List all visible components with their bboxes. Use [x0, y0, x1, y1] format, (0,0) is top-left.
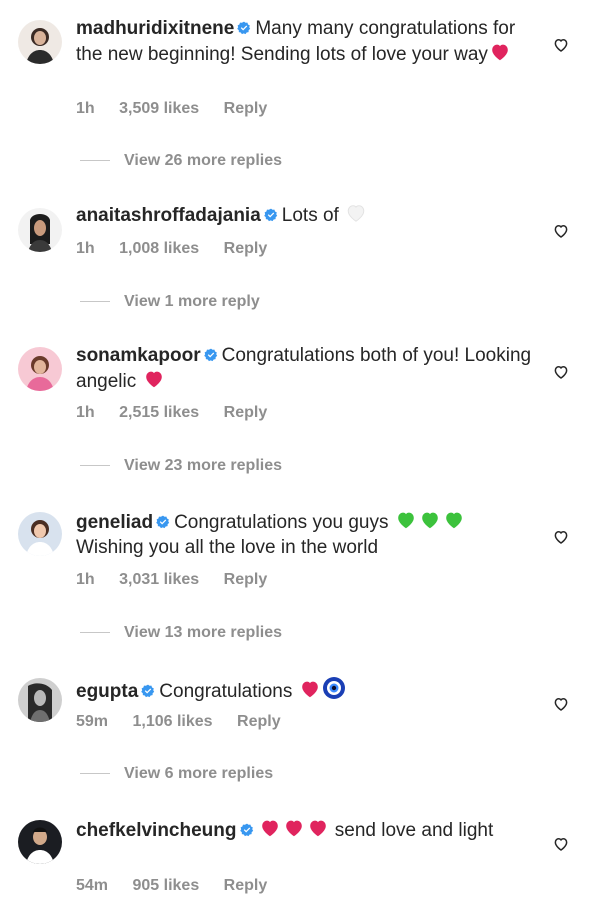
comment-meta: 1h 2,515 likes Reply [76, 404, 287, 422]
username[interactable]: anaitashroffadajania [76, 205, 261, 226]
red-heart-emoji-icon [258, 817, 282, 839]
reply-button[interactable]: Reply [224, 404, 268, 421]
like-heart-icon[interactable] [552, 835, 570, 853]
comment-meta: 59m 1,106 likes Reply [76, 713, 301, 731]
comment-time: 1h [76, 240, 95, 257]
divider [80, 773, 110, 775]
like-count[interactable]: 1,106 likes [132, 713, 212, 730]
view-replies-button[interactable]: View 6 more replies [80, 765, 273, 783]
like-count[interactable]: 3,031 likes [119, 571, 199, 588]
comment-body: send love and light [334, 820, 494, 841]
divider [80, 632, 110, 634]
comment-text-block: chefkelvincheung send love and light [76, 817, 538, 843]
view-replies-label: View 6 more replies [124, 765, 274, 782]
like-heart-icon[interactable] [552, 222, 570, 240]
comment-time: 54m [76, 877, 109, 894]
comment-text-block: egupta Congratulations [76, 676, 538, 704]
avatar[interactable] [18, 512, 62, 556]
username[interactable]: geneliad [76, 512, 153, 533]
comment-meta: 1h 3,509 likes Reply [76, 100, 287, 118]
red-heart-emoji-icon [306, 817, 330, 839]
red-heart-emoji-icon [282, 817, 306, 839]
verified-badge-icon [237, 21, 251, 35]
red-heart-emoji-icon [142, 368, 166, 390]
username[interactable]: sonamkapoor [76, 345, 201, 366]
comment-meta: 54m 905 likes Reply [76, 877, 287, 895]
username[interactable]: chefkelvincheung [76, 820, 237, 841]
avatar[interactable] [18, 347, 62, 391]
reply-button[interactable]: Reply [224, 100, 268, 117]
comment-meta: 1h 3,031 likes Reply [76, 571, 287, 589]
comment-body-line2: Wishing you all the love in the world [76, 537, 379, 558]
green-heart-emoji-icon [394, 509, 418, 531]
avatar[interactable] [18, 820, 62, 864]
verified-badge-icon [156, 515, 170, 529]
avatar[interactable] [18, 20, 62, 64]
red-heart-emoji-icon [488, 41, 512, 63]
view-replies-button[interactable]: View 23 more replies [80, 457, 282, 475]
like-heart-icon[interactable] [552, 528, 570, 546]
reply-button[interactable]: Reply [224, 571, 268, 588]
reply-button[interactable]: Reply [224, 240, 268, 257]
like-count[interactable]: 3,509 likes [119, 100, 199, 117]
like-heart-icon[interactable] [552, 695, 570, 713]
red-heart-emoji-icon [298, 678, 322, 700]
reply-button[interactable]: Reply [224, 877, 268, 894]
username[interactable]: madhuridixitnene [76, 18, 234, 39]
username[interactable]: egupta [76, 681, 138, 702]
view-replies-button[interactable]: View 1 more reply [80, 293, 260, 311]
comment-time: 1h [76, 100, 95, 117]
comment-meta: 1h 1,008 likes Reply [76, 240, 287, 258]
verified-badge-icon [141, 684, 155, 698]
view-replies-label: View 1 more reply [124, 293, 260, 310]
verified-badge-icon [204, 348, 218, 362]
view-replies-label: View 13 more replies [124, 624, 283, 641]
comment-text-block: sonamkapoor Congratulations both of you! … [76, 343, 538, 394]
divider [80, 465, 110, 467]
view-replies-button[interactable]: View 13 more replies [80, 624, 282, 642]
like-count[interactable]: 905 likes [132, 877, 199, 894]
verified-badge-icon [240, 823, 254, 837]
divider [80, 301, 110, 303]
comment-body: Congratulations [159, 681, 293, 702]
nazar-amulet-emoji-icon [322, 676, 346, 700]
view-replies-button[interactable]: View 26 more replies [80, 152, 282, 170]
like-heart-icon[interactable] [552, 36, 570, 54]
reply-button[interactable]: Reply [237, 713, 281, 730]
comment-text-block: geneliad Congratulations you guys Wishing… [76, 509, 538, 560]
comment-text-block: madhuridixitnene Many many congratulation… [76, 16, 538, 67]
view-replies-label: View 26 more replies [124, 152, 283, 169]
like-heart-icon[interactable] [552, 363, 570, 381]
green-heart-emoji-icon [418, 509, 442, 531]
comment-time: 1h [76, 404, 95, 421]
comment-body: Congratulations you guys [174, 512, 389, 533]
like-count[interactable]: 1,008 likes [119, 240, 199, 257]
comment-body: Lots of [281, 205, 339, 226]
divider [80, 160, 110, 162]
verified-badge-icon [264, 208, 278, 222]
view-replies-label: View 23 more replies [124, 457, 283, 474]
white-heart-emoji-icon [344, 202, 368, 224]
avatar[interactable] [18, 678, 62, 722]
avatar[interactable] [18, 208, 62, 252]
green-heart-emoji-icon [442, 509, 466, 531]
like-count[interactable]: 2,515 likes [119, 404, 199, 421]
comment-time: 59m [76, 713, 109, 730]
comment-time: 1h [76, 571, 95, 588]
comment-text-block: anaitashroffadajania Lots of [76, 202, 538, 228]
